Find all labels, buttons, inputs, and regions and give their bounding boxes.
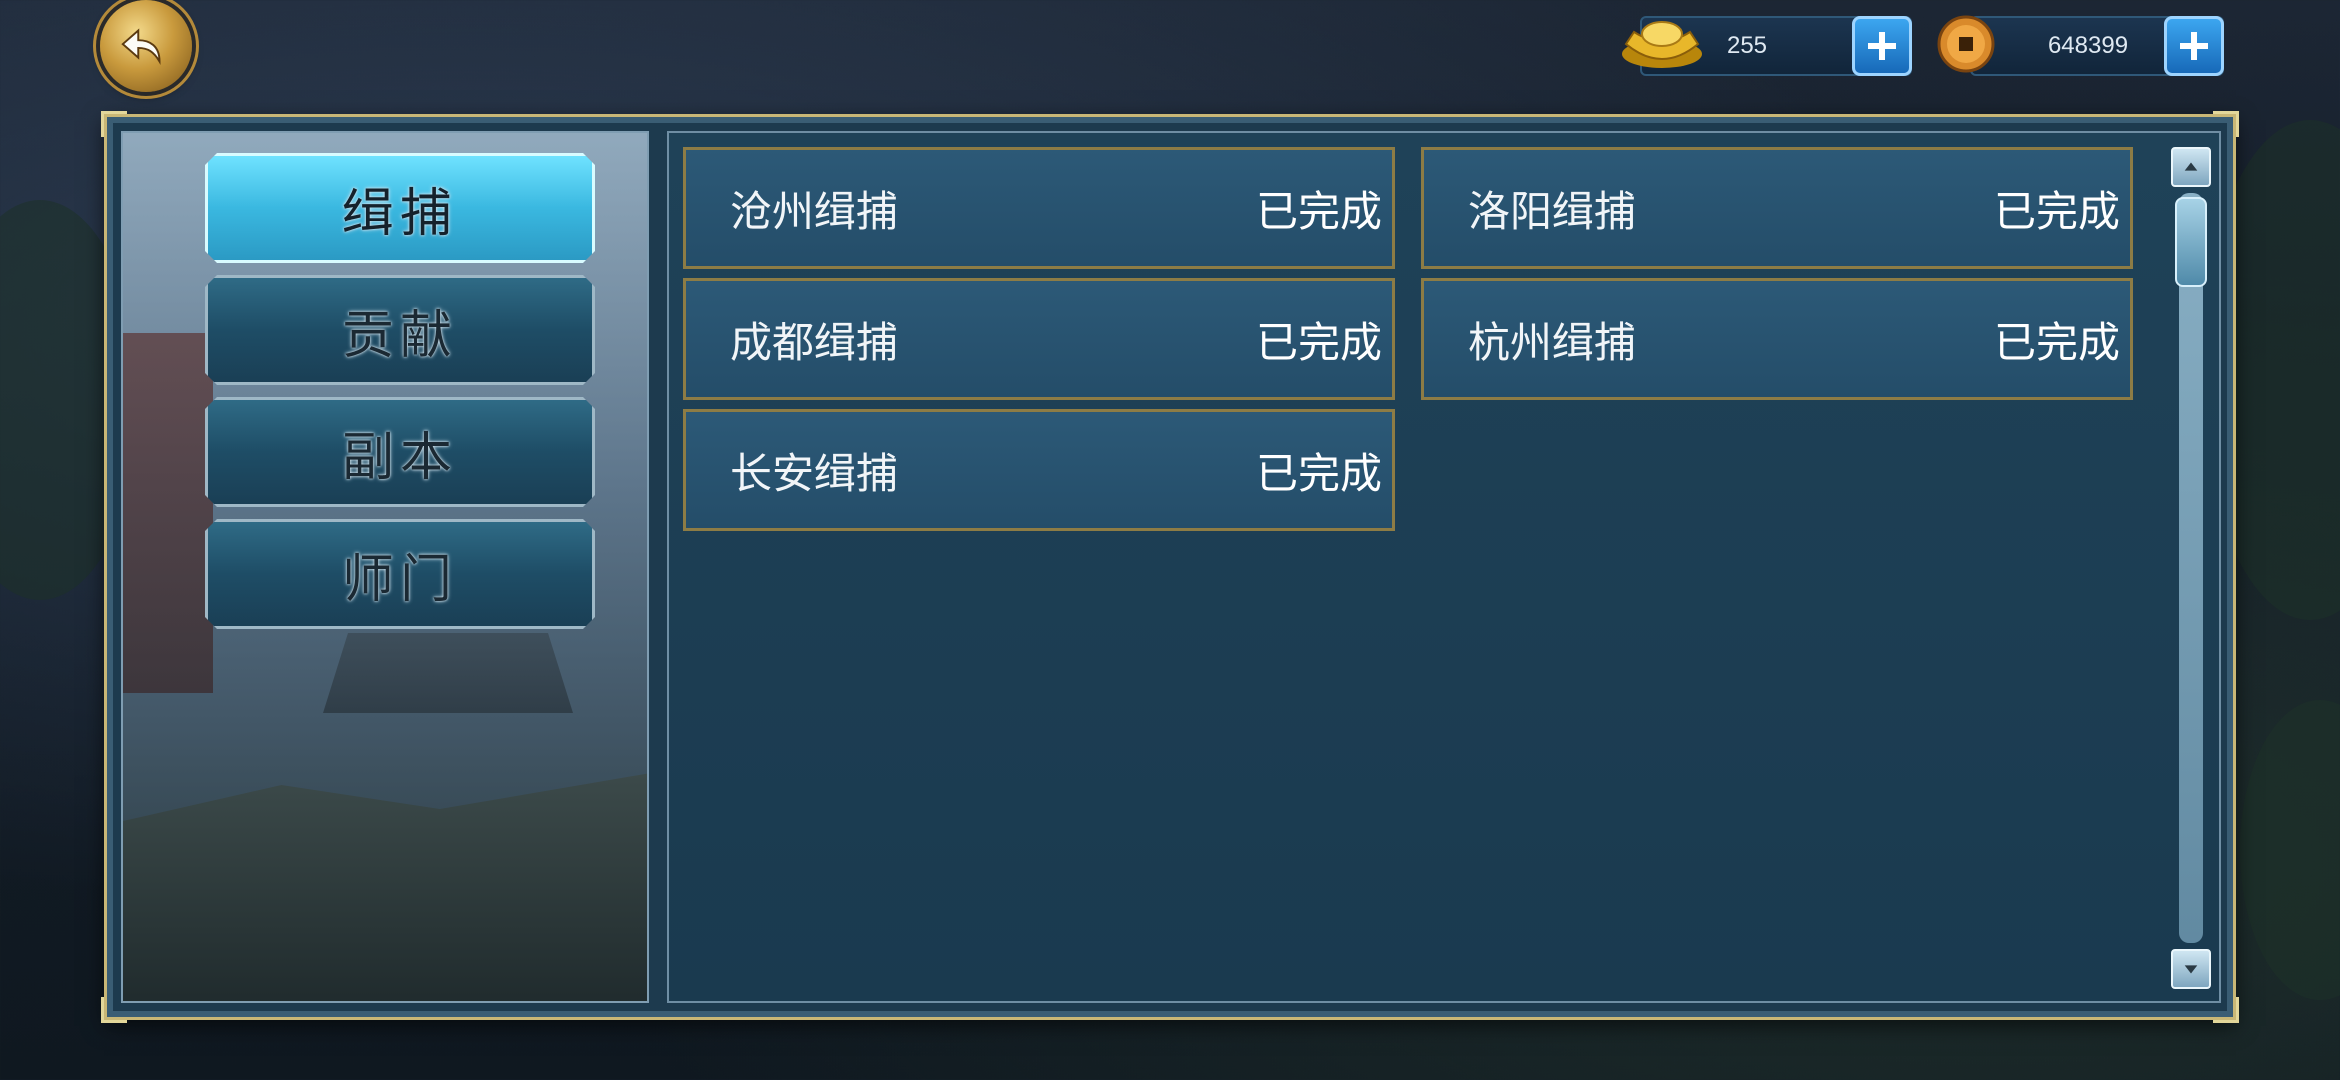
scenery-building <box>123 333 213 693</box>
tab-label: 师门 <box>341 549 458 610</box>
chevron-down-icon <box>2184 965 2198 974</box>
task-status: 已完成 <box>1993 317 2120 367</box>
copper-coin-bar: 648399 <box>1970 16 2224 76</box>
scroll-track[interactable] <box>2179 193 2203 943</box>
tab-label: 副本 <box>341 427 458 488</box>
task-status: 已完成 <box>1255 186 1382 236</box>
gold-ingot-icon <box>1620 14 1704 70</box>
task-status: 已完成 <box>1993 186 2120 236</box>
task-card-chengdu[interactable]: 成都缉捕 已完成 <box>683 278 1395 400</box>
tab-contribution[interactable]: 贡献 <box>205 275 595 385</box>
plus-icon <box>2180 32 2208 60</box>
chevron-up-icon <box>2184 162 2198 171</box>
back-arrow-icon <box>121 28 161 65</box>
task-name: 沧州缉捕 <box>730 186 899 236</box>
plus-icon <box>1868 32 1896 60</box>
add-copper-coin-button[interactable] <box>2164 16 2224 76</box>
task-name: 长安缉捕 <box>730 448 899 498</box>
scenery-cliff <box>123 773 647 1001</box>
tab-sect[interactable]: 师门 <box>205 519 595 629</box>
task-list-scrollbar[interactable] <box>2171 147 2211 989</box>
task-name: 杭州缉捕 <box>1468 317 1637 367</box>
task-name: 成都缉捕 <box>730 317 899 367</box>
category-sidebar: 缉捕 贡献 副本 师门 <box>121 131 649 1003</box>
scenery-roof <box>323 633 573 713</box>
task-card-cangzhou[interactable]: 沧州缉捕 已完成 <box>683 147 1395 269</box>
task-card-changan[interactable]: 长安缉捕 已完成 <box>683 409 1395 531</box>
tab-arrest[interactable]: 缉捕 <box>205 153 595 263</box>
task-card-luoyang[interactable]: 洛阳缉捕 已完成 <box>1421 147 2133 269</box>
task-panel: 缉捕 贡献 副本 师门 沧州缉捕 已完成 洛阳缉捕 已完成 成都缉捕 已完成 杭… <box>101 111 2239 1023</box>
task-name: 洛阳缉捕 <box>1468 186 1637 236</box>
back-button[interactable] <box>100 0 192 92</box>
task-status: 已完成 <box>1255 317 1382 367</box>
tab-label: 贡献 <box>341 305 458 366</box>
task-status: 已完成 <box>1255 448 1382 498</box>
tab-dungeon[interactable]: 副本 <box>205 397 595 507</box>
scroll-thumb[interactable] <box>2175 197 2207 287</box>
task-list: 沧州缉捕 已完成 洛阳缉捕 已完成 成都缉捕 已完成 杭州缉捕 已完成 长安缉捕… <box>667 131 2221 1003</box>
copper-coin-icon <box>1936 14 1996 74</box>
tab-label: 缉捕 <box>341 183 458 244</box>
task-card-hangzhou[interactable]: 杭州缉捕 已完成 <box>1421 278 2133 400</box>
copper-coin-amount: 648399 <box>2047 32 2129 59</box>
scroll-up-button[interactable] <box>2171 147 2211 187</box>
scroll-down-button[interactable] <box>2171 949 2211 989</box>
add-gold-ingot-button[interactable] <box>1852 16 1912 76</box>
